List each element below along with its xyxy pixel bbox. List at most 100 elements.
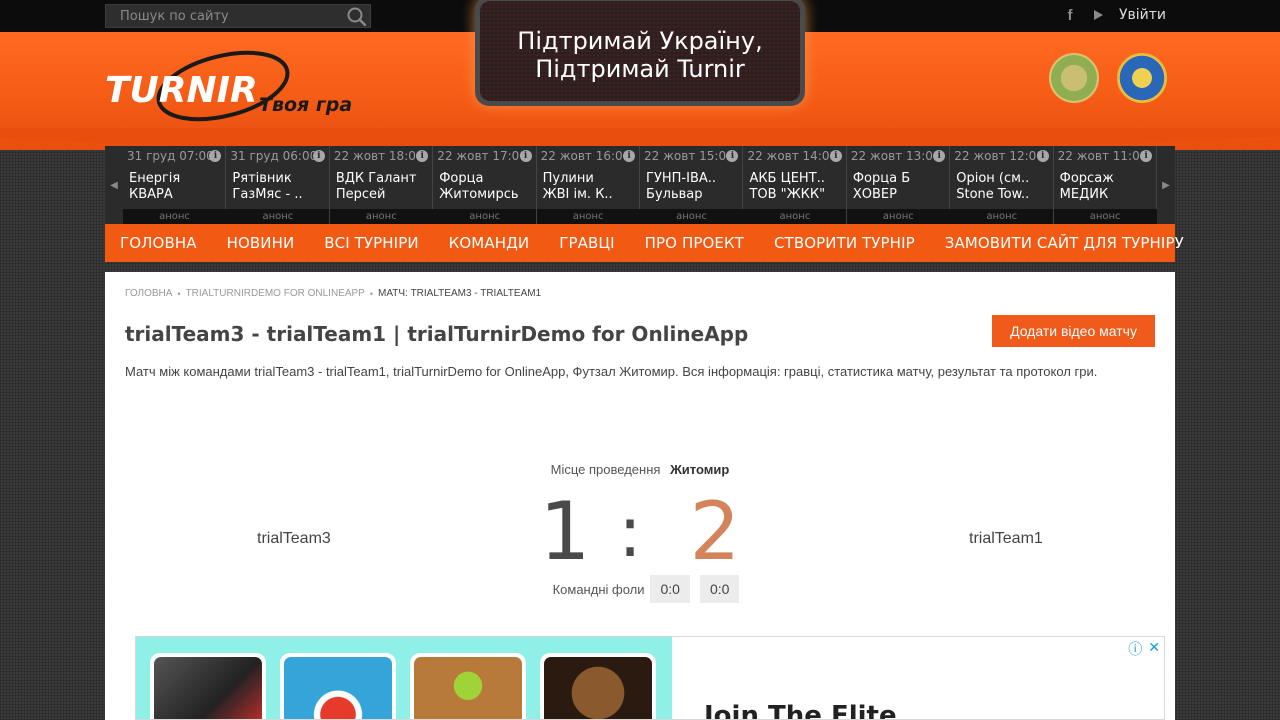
ad-close-icon[interactable]: ✕ — [1148, 639, 1160, 659]
nav-item[interactable]: КОМАНДИ — [434, 234, 545, 252]
ticker-match-date: 22 жовт 18:00 — [333, 149, 424, 163]
ticker-team-home: ВДК Галант — [335, 171, 417, 186]
team-fouls: Командні фоли 0:0 0:0 — [105, 575, 1175, 603]
facebook-icon[interactable]: f — [1063, 6, 1077, 24]
ticker-match[interactable]: 22 жовт 16:00 i Пулини ЖВІ ім. К.. анонс — [536, 146, 641, 224]
venue-value: Житомир — [670, 462, 730, 477]
site-slogan: Твоя гра — [259, 94, 353, 116]
city-emblem-icon[interactable] — [1049, 53, 1099, 103]
ticker-tag: анонс — [329, 209, 433, 224]
venue-label: Місце проведення — [550, 462, 661, 477]
info-icon[interactable]: i — [623, 150, 636, 162]
breadcrumb-home[interactable]: ГОЛОВНА — [125, 288, 172, 299]
ticker-match[interactable]: 22 жовт 12:00 i Оріон (см.. Stone Tow.. анон… — [950, 146, 1054, 224]
ad-info-icon[interactable]: ⓘ — [1128, 639, 1142, 659]
breadcrumb: ГОЛОВНА • TRIALTURNIRDEMO FOR ONLINEAPP … — [125, 288, 541, 299]
ad-image[interactable] — [136, 637, 672, 719]
advertisement[interactable]: Join The Elite ⓘ ✕ — [135, 636, 1165, 720]
ticker-next-icon[interactable]: ▶ — [1157, 146, 1175, 224]
ticker-tag: анонс — [846, 209, 950, 224]
main-nav: ГОЛОВНА НОВИНИ ВСІ ТУРНІРИ КОМАНДИ ГРАВЦІ ПРО… — [105, 224, 1184, 262]
nav-item[interactable]: ПРО ПРОЕКТ — [630, 234, 759, 252]
ticker-team-home: Форсаж — [1059, 171, 1114, 186]
ticker-match[interactable]: 22 жовт 18:00 i ВДК Галант Персей анонс — [329, 146, 434, 224]
ticker-team-away: Персей — [335, 187, 386, 202]
ticker-team-away: КВАРА — [129, 187, 173, 202]
venue: Місце проведення Житомир — [105, 462, 1175, 477]
ticker-tag: анонс — [640, 209, 744, 224]
info-icon[interactable]: i — [209, 150, 222, 162]
ticker-match-date: 22 жовт 14:00 — [747, 149, 838, 163]
away-fouls: 0:0 — [699, 575, 740, 603]
ad-app-tile — [150, 653, 266, 719]
ticker-team-home: ГУНП-ІВА.. — [646, 171, 717, 186]
info-icon[interactable]: i — [1140, 150, 1153, 162]
nav-item[interactable]: ВСІ ТУРНІРИ — [309, 234, 433, 252]
search-input[interactable] — [106, 5, 342, 27]
home-score: 1 — [539, 485, 591, 578]
ticker-team-home: Енергія — [129, 171, 181, 186]
futsal-association-emblem-icon[interactable] — [1117, 53, 1167, 103]
fouls-label: Командні фоли — [552, 581, 645, 597]
ticker-match[interactable]: 22 жовт 11:00 i Форсаж МЕДИК анонс — [1053, 146, 1158, 224]
info-icon[interactable]: i — [726, 150, 739, 162]
nav-item[interactable]: НОВИНИ — [212, 234, 310, 252]
page-title: trialTeam3 - trialTeam1 | trialTurnirDem… — [125, 322, 749, 346]
ticker-team-away: Stone Tow.. — [956, 187, 1030, 202]
away-team-link[interactable]: trialTeam1 — [969, 530, 1043, 548]
ad-title: Join The Elite — [704, 701, 897, 720]
nav-item[interactable]: ГОЛОВНА — [105, 234, 212, 252]
ticker-match[interactable]: 22 жовт 15:00 i ГУНП-ІВА.. Бульвар анонс — [640, 146, 744, 224]
ticker-match-date: 22 жовт 13:00 — [850, 149, 941, 163]
ticker-tag: анонс — [743, 209, 847, 224]
ticker-match[interactable]: 22 жовт 17:00 i Форца Житомирсь анонс — [433, 146, 537, 224]
info-icon[interactable]: i — [1036, 150, 1049, 162]
ticker-team-away: МЕДИК — [1059, 187, 1109, 202]
ticker-team-away: Житомирсь — [439, 187, 519, 202]
login-link[interactable]: Увійти — [1119, 7, 1166, 23]
away-score: 2 — [689, 485, 741, 578]
ticker-match-date: 22 жовт 12:00 — [954, 149, 1044, 163]
info-icon[interactable]: i — [416, 150, 429, 162]
ticker-team-away: ХОВЕР — [852, 187, 897, 202]
ticker-match[interactable]: 22 жовт 13:00 i Форца Б ХОВЕР анонс — [846, 146, 951, 224]
ticker-match[interactable]: 31 груд 07:00 i Енергія КВАРА анонс — [123, 146, 227, 224]
ticker-tag: анонс — [123, 209, 226, 224]
ad-app-tile — [280, 653, 396, 719]
youtube-icon[interactable] — [1091, 6, 1105, 24]
search-box — [105, 4, 371, 28]
info-icon[interactable]: i — [829, 150, 842, 162]
breadcrumb-separator: • — [177, 288, 181, 299]
ad-controls: ⓘ ✕ — [1128, 639, 1160, 659]
ticker-match[interactable]: 31 груд 06:00 i Рятівник ГазМяс - .. анонс — [226, 146, 330, 224]
search-icon[interactable] — [346, 6, 368, 26]
breadcrumb-separator: • — [369, 288, 374, 299]
info-icon[interactable]: i — [312, 150, 325, 162]
ad-app-tile — [410, 653, 526, 719]
ticker-match-date: 22 жовт 11:00 — [1057, 149, 1148, 163]
nav-item[interactable]: СТВОРИТИ ТУРНІР — [759, 234, 930, 252]
breadcrumb-current: МАТЧ: TRIALTEAM3 - TRIALTEAM1 — [378, 288, 542, 299]
info-icon[interactable]: i — [933, 150, 946, 162]
ticker-items: 31 груд 07:00 i Енергія КВАРА анонс 31 груд 0… — [123, 146, 1158, 224]
ticker-team-home: Оріон (см.. — [956, 171, 1030, 186]
match-ticker: ◀ 31 груд 07:00 i Енергія КВАРА анонс 31 груд… — [105, 146, 1175, 224]
ticker-team-home: Пулини — [542, 171, 594, 186]
ticker-team-away: ТОВ "ЖКК" — [749, 187, 826, 202]
add-video-button[interactable]: Додати відео матчу — [992, 315, 1155, 347]
support-banner[interactable]: Підтримай Україну, Підтримай Turnir — [475, 0, 805, 106]
main-content: ГОЛОВНА • TRIALTURNIRDEMO FOR ONLINEAPP … — [105, 272, 1175, 720]
ticker-tag: анонс — [226, 209, 330, 224]
breadcrumb-tournament[interactable]: TRIALTURNIRDEMO FOR ONLINEAPP — [186, 288, 365, 299]
info-icon[interactable]: i — [519, 150, 532, 162]
ticker-team-away: ЖВІ ім. К.. — [542, 187, 613, 202]
home-fouls: 0:0 — [650, 575, 690, 603]
ticker-team-away: ГазМяс - .. — [232, 187, 303, 202]
ticker-tag: анонс — [1053, 209, 1157, 224]
nav-item[interactable]: ГРАВЦІ — [544, 234, 629, 252]
ticker-prev-icon[interactable]: ◀ — [105, 146, 123, 224]
ticker-match[interactable]: 22 жовт 14:00 i АКБ ЦЕНТ.. ТОВ "ЖКК" анонс — [743, 146, 847, 224]
match-description: Матч між командами trialTeam3 - trialTea… — [125, 364, 1098, 379]
nav-item[interactable]: ЗАМОВИТИ САЙТ ДЛЯ ТУРНІРУ — [930, 234, 1199, 252]
ticker-match-date: 31 груд 06:00 — [230, 149, 318, 163]
